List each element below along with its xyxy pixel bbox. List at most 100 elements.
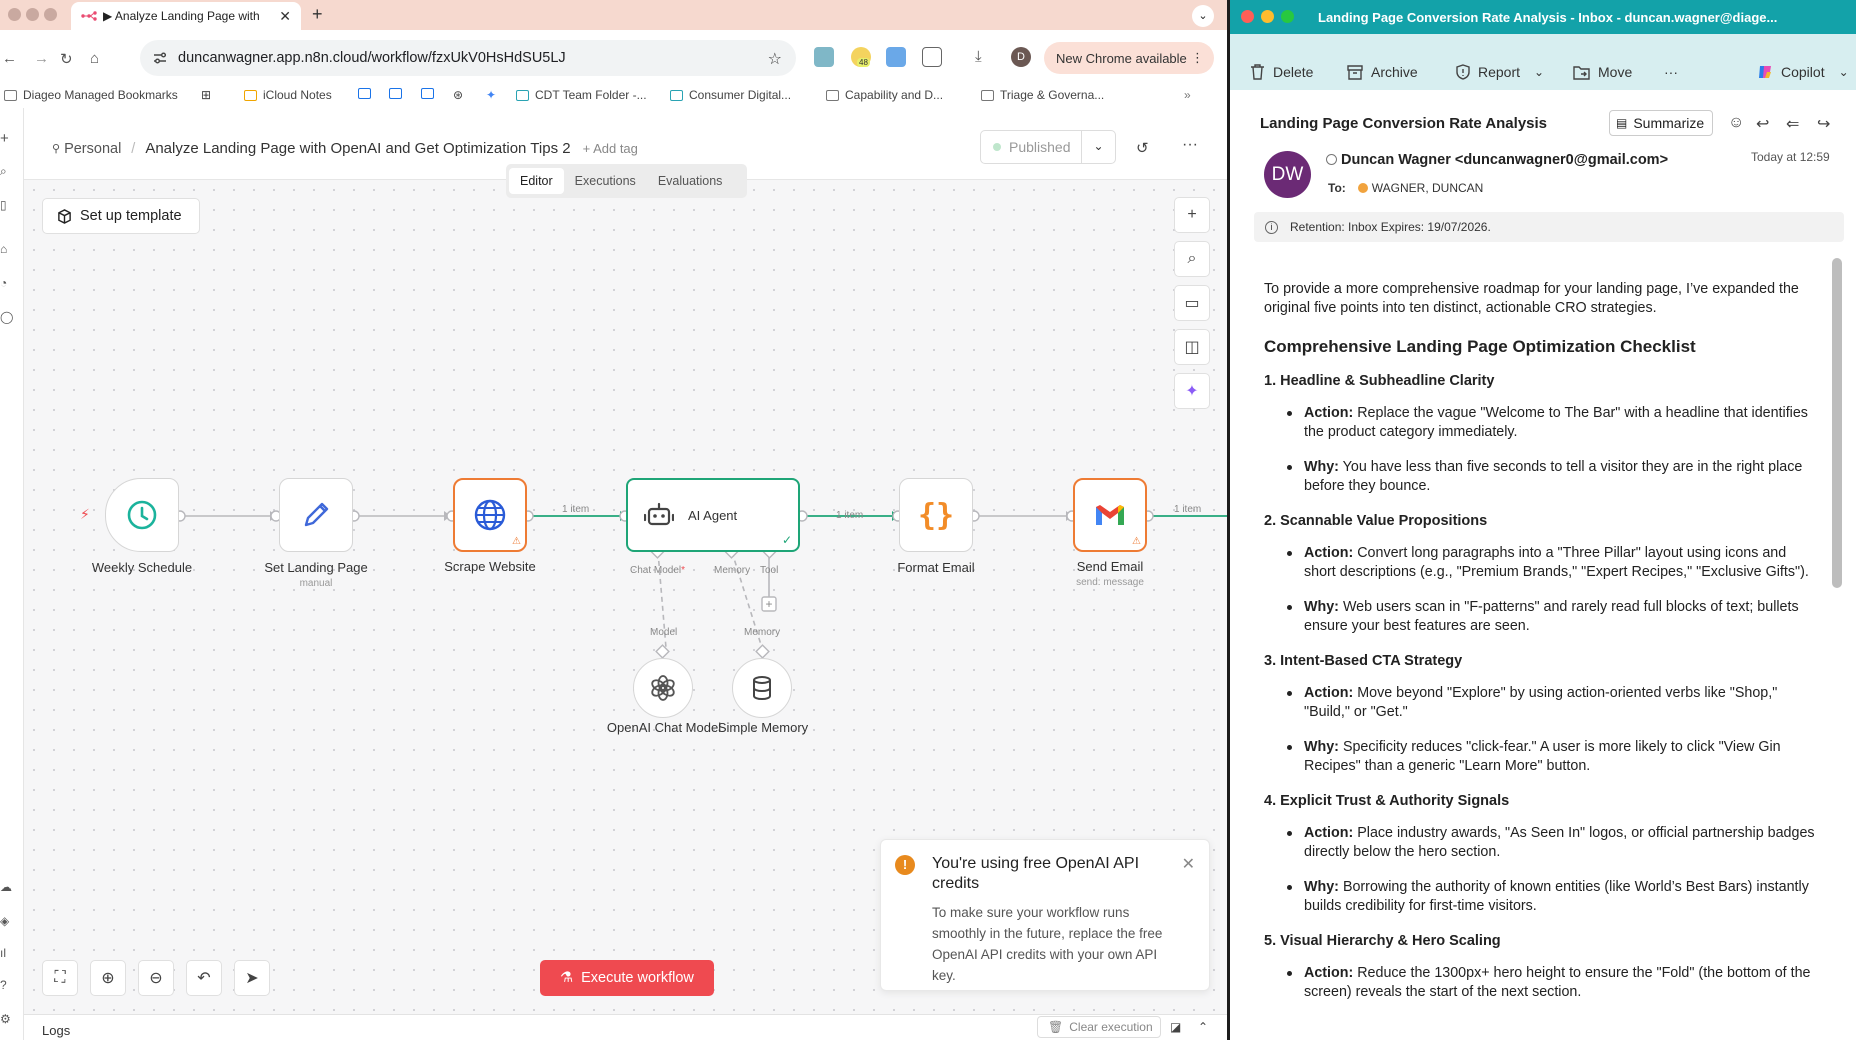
section-title: 1. Headline & Subheadline Clarity [1264, 373, 1495, 389]
node-label: Scrape Website [444, 559, 536, 574]
port-label-chat-model: Chat Model* [630, 565, 686, 576]
node-weekly-schedule[interactable] [105, 478, 179, 552]
zoom-out-button[interactable]: ⊖ [138, 960, 174, 996]
node-label: AI Agent [688, 507, 738, 523]
reply-icon[interactable]: ↩ [1756, 114, 1769, 134]
edge-label: 1 item [1174, 504, 1202, 515]
copilot-button[interactable]: Copilot ⌄ [1757, 64, 1849, 80]
svg-text:+: + [765, 597, 772, 611]
code-braces-icon: {} [917, 497, 955, 533]
openai-credits-toast: ! You're using free OpenAI API credits T… [880, 839, 1210, 991]
node-scrape-website[interactable]: ⚠ [453, 478, 527, 552]
message-toolbar: Delete Archive Report ⌄ Move ··· Copilot… [1230, 34, 1856, 90]
why-text: You have less than five seconds to tell … [1304, 459, 1803, 494]
toast-title: You're using free OpenAI API credits [932, 855, 1140, 892]
delete-button[interactable]: Delete [1250, 64, 1313, 80]
summarize-icon: ▤ [1616, 116, 1628, 130]
sender-avatar: DW [1264, 151, 1311, 198]
recipient-line: To: WAGNER, DUNCAN [1328, 181, 1483, 195]
chevron-down-icon[interactable]: ⌄ [1534, 65, 1544, 79]
summarize-label: Summarize [1633, 115, 1705, 131]
recipient-presence-icon [1357, 183, 1368, 193]
chrome-window: ▶ Analyze Landing Page with ✕ + ⌄ ← → ↻ … [0, 0, 1227, 1040]
node-ai-agent[interactable]: AI Agent ✓ [626, 478, 800, 552]
emoji-react-icon[interactable]: ☺ [1728, 114, 1744, 132]
alert-icon: ! [895, 855, 915, 875]
list-item-action: Action: Place industry awards, "As Seen … [1264, 824, 1819, 862]
more-actions-button[interactable]: ··· [1664, 64, 1678, 80]
message-subject: Landing Page Conversion Rate Analysis [1260, 115, 1548, 132]
node-label: Format Email [897, 560, 975, 575]
window-zoom-button[interactable] [1281, 10, 1294, 23]
chevron-down-icon[interactable]: ⌄ [1839, 65, 1849, 79]
move-button[interactable]: Move [1573, 64, 1632, 80]
outlook-title-bar: Landing Page Conversion Rate Analysis - … [1230, 0, 1856, 34]
globe-icon [474, 499, 506, 531]
action-label: Action: [1304, 545, 1354, 561]
zoom-out-icon: ⊖ [149, 970, 163, 987]
node-openai-chat-model[interactable] [633, 658, 693, 718]
info-icon: i [1265, 221, 1278, 234]
message-body: To provide a more comprehensive roadmap … [1264, 280, 1819, 1018]
trash-icon [1251, 64, 1264, 80]
pencil-icon [304, 502, 329, 527]
edge-label: 1 item [562, 504, 590, 515]
section-list: Action: Place industry awards, "As Seen … [1264, 824, 1819, 916]
report-label: Report [1478, 64, 1521, 80]
action-label: Action: [1304, 965, 1354, 981]
tidy-up-button[interactable]: ➤ [234, 960, 270, 996]
copilot-icon [1759, 66, 1771, 78]
robot-icon [644, 502, 674, 526]
copilot-label: Copilot [1781, 64, 1825, 80]
sender-name[interactable]: Duncan Wagner <duncanwagner0@gmail.com> [1326, 152, 1668, 168]
body-intro: To provide a more comprehensive roadmap … [1264, 281, 1799, 316]
archive-label: Archive [1371, 64, 1418, 80]
forward-icon[interactable]: ↪ [1817, 114, 1830, 134]
pop-out-icon[interactable]: ◪ [1170, 1020, 1181, 1034]
section-list: Action: Replace the vague "Welcome to Th… [1264, 404, 1819, 496]
port-label-tool: Tool [760, 565, 779, 576]
execute-workflow-button[interactable]: ⚗ Execute workflow [540, 960, 714, 996]
shield-icon [1456, 64, 1470, 80]
why-label: Why: [1304, 599, 1339, 615]
why-text: Web users scan in "F-patterns" and rarel… [1304, 599, 1799, 634]
scrollbar[interactable] [1832, 258, 1842, 588]
archive-button[interactable]: Archive [1347, 64, 1418, 80]
node-simple-memory[interactable] [732, 658, 792, 718]
port-label-memory: Memory [714, 565, 751, 576]
list-item-why: Why: Web users scan in "F-patterns" and … [1264, 598, 1819, 636]
node-label: Set Landing Page [264, 560, 368, 575]
node-label: Weekly Schedule [91, 560, 193, 575]
clear-execution-button[interactable]: 🗑 Clear execution [1037, 1016, 1161, 1038]
node-send-email[interactable]: ⚠ [1073, 478, 1147, 552]
zoom-in-button[interactable]: ⊕ [90, 960, 126, 996]
why-label: Why: [1304, 739, 1339, 755]
recipient-name[interactable]: WAGNER, DUNCAN [1372, 181, 1484, 195]
window-minimize-button[interactable] [1261, 10, 1274, 23]
zoom-to-fit-button[interactable]: ⛶ [42, 960, 78, 996]
edge-label: 1 item [836, 510, 864, 521]
summarize-button[interactable]: ▤ Summarize [1609, 110, 1713, 136]
node-format-email[interactable]: {} [899, 478, 973, 552]
database-icon [753, 676, 771, 701]
message-time: Today at 12:59 [1751, 150, 1830, 164]
action-label: Action: [1304, 685, 1354, 701]
action-label: Action: [1304, 405, 1354, 421]
execute-label: Execute workflow [581, 970, 694, 986]
action-text: Place industry awards, "As Seen In" logo… [1304, 825, 1815, 860]
retention-text: Retention: Inbox Expires: 19/07/2026. [1290, 220, 1491, 234]
folder-move-icon [1573, 65, 1590, 80]
section-list: Action: Convert long paragraphs into a "… [1264, 544, 1819, 636]
chevron-up-icon[interactable]: ⌃ [1198, 1020, 1208, 1034]
close-icon[interactable]: ✕ [1182, 854, 1195, 874]
to-label: To: [1328, 181, 1346, 195]
report-button[interactable]: Report ⌄ [1456, 64, 1544, 80]
toast-body: To make sure your workflow runs smoothly… [932, 905, 1163, 983]
reply-all-icon[interactable]: ⇐ [1786, 114, 1799, 134]
node-set-landing-page[interactable] [279, 478, 353, 552]
undo-button[interactable]: ↶ [186, 960, 222, 996]
clock-icon [127, 500, 157, 530]
checklist-sections: 1. Headline & Subheadline Clarity Action:… [1264, 372, 1819, 1002]
window-close-button[interactable] [1241, 10, 1254, 23]
openai-icon [651, 675, 675, 701]
